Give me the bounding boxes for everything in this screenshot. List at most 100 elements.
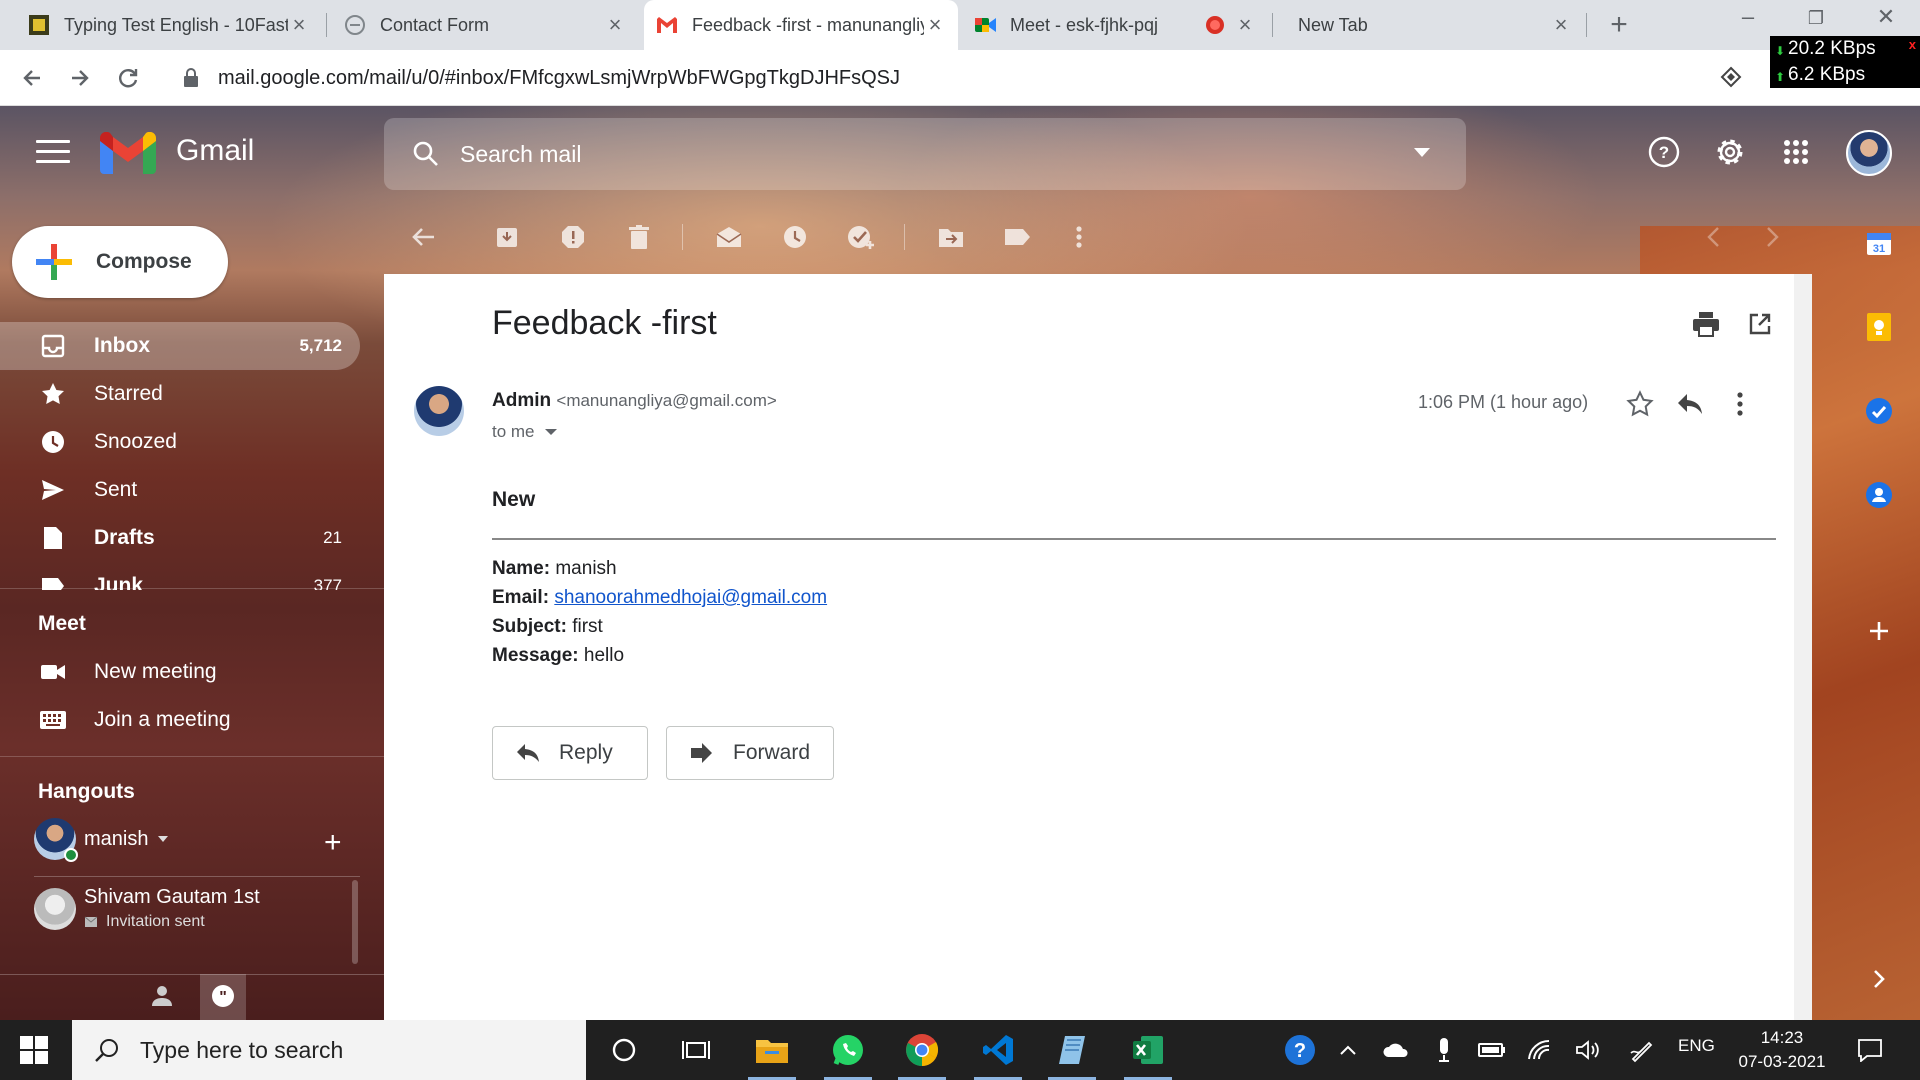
sender-avatar[interactable] [414,386,464,436]
more-actions-icon[interactable] [1064,222,1094,252]
search-input[interactable]: Search mail [460,141,581,168]
gmail-logo-icon[interactable] [100,131,156,174]
forward-footer-button[interactable]: Forward [666,726,834,780]
search-options-icon[interactable] [1414,148,1430,157]
minimize-button[interactable]: – [1728,4,1768,30]
nav-drafts[interactable]: Drafts 21 [0,514,360,562]
status-dropdown-icon[interactable] [158,836,169,842]
meet-new-meeting[interactable]: New meeting [0,648,360,696]
notepad-icon[interactable] [1050,1030,1094,1070]
back-arrow-icon [23,70,40,86]
account-avatar[interactable] [1846,130,1892,176]
tab-typing-test[interactable]: Typing Test English - 10FastFingers × [16,0,322,50]
tab-meet[interactable]: Meet - esk-fjhk-pqj × [962,0,1268,50]
message-scrollbar[interactable] [1794,274,1812,1020]
cortana-icon[interactable] [602,1030,646,1070]
reply-footer-button[interactable]: Reply [492,726,648,780]
new-tab-button[interactable]: + [1604,8,1634,42]
taskbar-clock[interactable]: 14:23 07-03-2021 [1730,1026,1834,1074]
tab-contact-form[interactable]: Contact Form × [332,0,638,50]
taskbar-search-box[interactable]: Type here to search [72,1020,586,1080]
compose-button[interactable]: Compose [12,226,228,298]
wifi-icon[interactable] [1518,1030,1562,1070]
main-menu-button[interactable] [36,140,70,168]
form-fields: Name: manish Email: shanoorahmedhojai@gm… [492,554,827,670]
extension-icon[interactable] [1720,66,1742,93]
nav-snoozed[interactable]: Snoozed [0,418,360,466]
vscode-icon[interactable] [976,1030,1020,1070]
back-button[interactable] [14,60,50,96]
calendar-addon-icon[interactable]: 31 [1864,228,1894,258]
mark-as-unread-icon[interactable] [714,222,744,252]
input-language[interactable]: ENG [1678,1036,1715,1056]
notifications-icon[interactable] [1848,1030,1892,1070]
google-apps-button[interactable] [1776,132,1816,172]
move-to-icon[interactable] [936,222,966,252]
battery-icon[interactable] [1470,1030,1514,1070]
onedrive-icon[interactable] [1374,1030,1418,1070]
chrome-icon[interactable] [900,1030,944,1070]
nav-sent[interactable]: Sent [0,466,360,514]
reply-button[interactable] [1672,386,1708,422]
sender-name[interactable]: Admin [492,390,551,411]
keep-addon-icon[interactable] [1864,312,1894,342]
close-tab-icon[interactable]: × [1550,12,1572,38]
forward-button[interactable] [62,60,98,96]
help-button[interactable]: ? [1644,132,1684,172]
open-in-new-window-button[interactable] [1742,306,1778,342]
excel-icon[interactable] [1126,1030,1170,1070]
email-link[interactable]: shanoorahmedhojai@gmail.com [554,587,827,608]
address-bar[interactable]: mail.google.com/mail/u/0/#inbox/FMfcgxwL… [166,56,1766,100]
new-conversation-button[interactable]: + [324,826,342,860]
whatsapp-icon[interactable] [826,1030,870,1070]
taskbar-search-placeholder: Type here to search [140,1036,344,1063]
tab-gmail-feedback[interactable]: Feedback -first - manunangliya@gmail.com… [644,0,958,50]
expand-side-panel-button[interactable] [1864,964,1894,994]
nav-junk[interactable]: Junk 377 [0,562,360,590]
nav-inbox[interactable]: Inbox 5,712 [0,322,360,370]
nav-starred[interactable]: Starred [0,370,360,418]
add-to-tasks-icon[interactable] [846,222,876,252]
windows-start-icon[interactable] [20,1036,48,1064]
print-all-button[interactable] [1688,306,1724,342]
get-addons-button[interactable] [1864,616,1894,646]
help-tray-icon[interactable]: ? [1278,1030,1322,1070]
tab-new-tab[interactable]: New Tab × [1278,0,1584,50]
close-tab-icon[interactable]: × [924,12,946,38]
contacts-addon-icon[interactable] [1864,480,1894,510]
restore-button[interactable]: ❐ [1796,8,1836,29]
close-window-button[interactable]: ✕ [1866,4,1906,30]
task-view-icon[interactable] [674,1030,718,1070]
search-mail-bar[interactable]: Search mail [384,118,1466,190]
hangouts-current-user[interactable]: manish [34,818,169,862]
volume-icon[interactable] [1566,1030,1610,1070]
report-spam-icon[interactable] [558,222,588,252]
pen-workspace-icon[interactable] [1620,1030,1664,1070]
show-details-caret-icon[interactable] [544,429,557,435]
settings-button[interactable] [1710,132,1750,172]
recipient-details[interactable]: to me [492,422,557,442]
show-hidden-icons-icon[interactable] [1326,1030,1370,1070]
meet-join-meeting[interactable]: Join a meeting [0,696,360,744]
delete-icon[interactable] [624,222,654,252]
back-to-inbox-icon[interactable] [408,222,438,252]
labels-icon[interactable] [1002,222,1032,252]
more-message-options-button[interactable] [1722,386,1758,422]
archive-icon[interactable] [492,222,522,252]
close-tab-icon[interactable]: × [1234,12,1256,38]
hangouts-contact[interactable]: Shivam Gautam 1st Invitation sent [34,886,260,931]
star-message-button[interactable] [1622,386,1658,422]
reload-button[interactable] [110,60,146,96]
close-tab-icon[interactable]: × [604,12,626,38]
tasks-addon-icon[interactable] [1864,396,1894,426]
contacts-person-icon[interactable] [150,984,174,1013]
hangouts-quote-tab[interactable]: " [200,974,246,1020]
older-message-icon[interactable] [1758,222,1788,252]
close-overlay-icon[interactable]: x [1909,38,1916,52]
close-tab-icon[interactable]: × [288,12,310,38]
hangouts-scrollbar[interactable] [352,880,358,964]
file-explorer-icon[interactable] [750,1030,794,1070]
snooze-icon[interactable] [780,222,810,252]
microphone-icon[interactable] [1422,1030,1466,1070]
newer-message-icon[interactable] [1698,222,1728,252]
